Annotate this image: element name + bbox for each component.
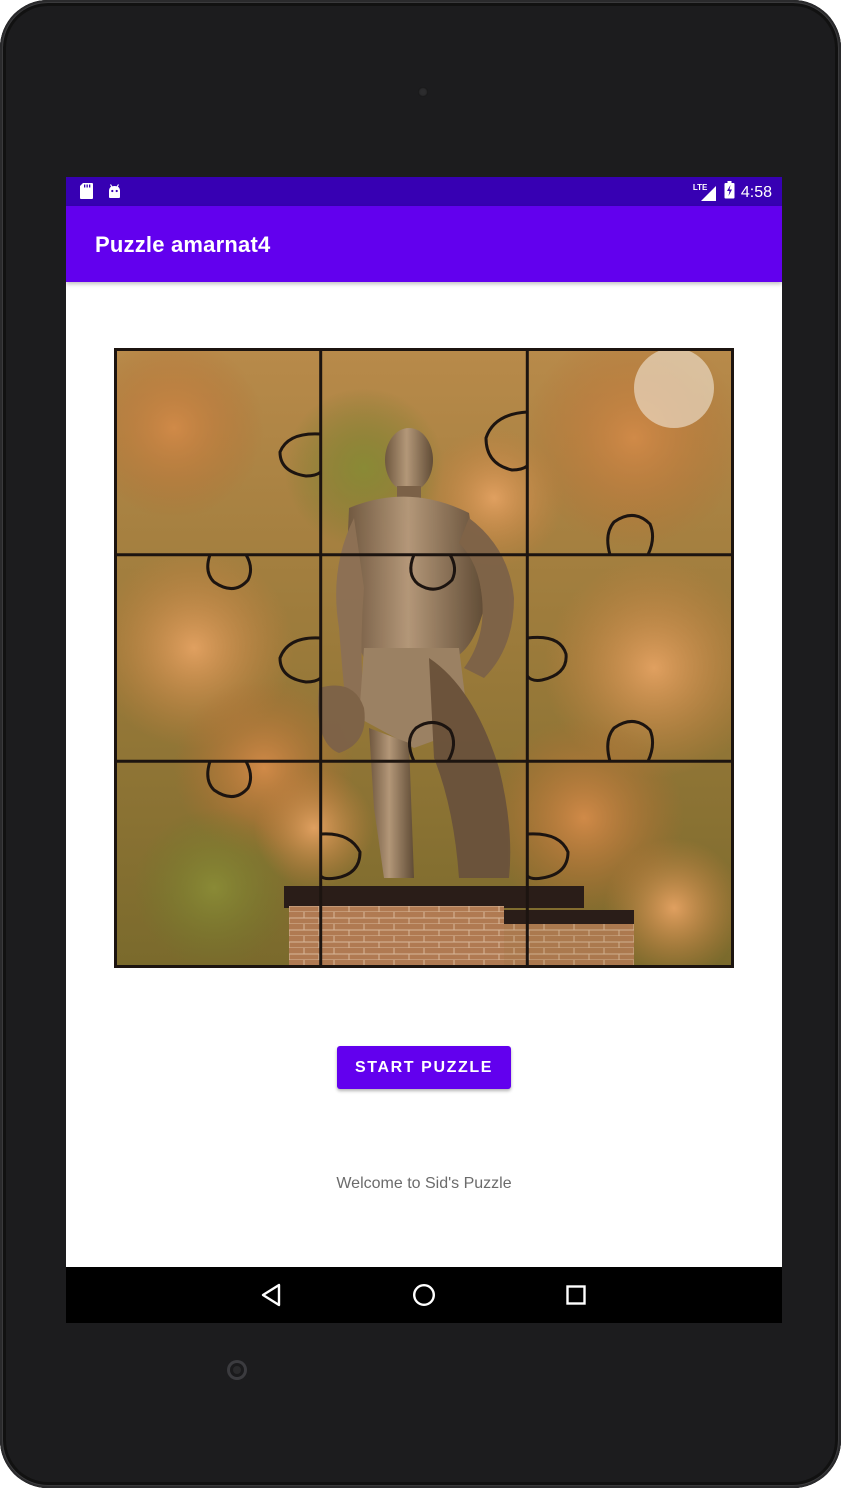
app-title: Puzzle amarnat4 (95, 232, 271, 257)
start-puzzle-button[interactable]: START PUZZLE (337, 1046, 511, 1089)
pedestal (284, 886, 634, 968)
app-bar: Puzzle amarnat4 (66, 206, 782, 282)
network-type-label: LTE (692, 182, 708, 192)
back-button[interactable] (255, 1279, 287, 1311)
back-icon (261, 1283, 281, 1307)
home-button[interactable] (408, 1279, 440, 1311)
navigation-bar (66, 1267, 782, 1323)
welcome-text: Welcome to Sid's Puzzle (336, 1175, 512, 1192)
puzzle-image[interactable] (84, 328, 764, 978)
front-camera (418, 87, 428, 97)
screen: LTE 4:58 Puzzle amarnat4 START PUZZLE We… (66, 177, 782, 1323)
tablet-frame: LTE 4:58 Puzzle amarnat4 START PUZZLE We… (0, 0, 841, 1488)
signal-icon: LTE (692, 182, 718, 202)
android-icon (107, 183, 122, 204)
recents-icon (566, 1285, 586, 1305)
recents-button[interactable] (560, 1279, 592, 1311)
status-bar: LTE 4:58 (66, 177, 782, 206)
battery-icon (724, 181, 735, 204)
status-time: 4:58 (740, 183, 772, 201)
sd-card-icon (80, 183, 93, 204)
bottom-sensor (227, 1360, 247, 1380)
puzzle-svg (84, 328, 764, 978)
home-icon (412, 1283, 436, 1307)
